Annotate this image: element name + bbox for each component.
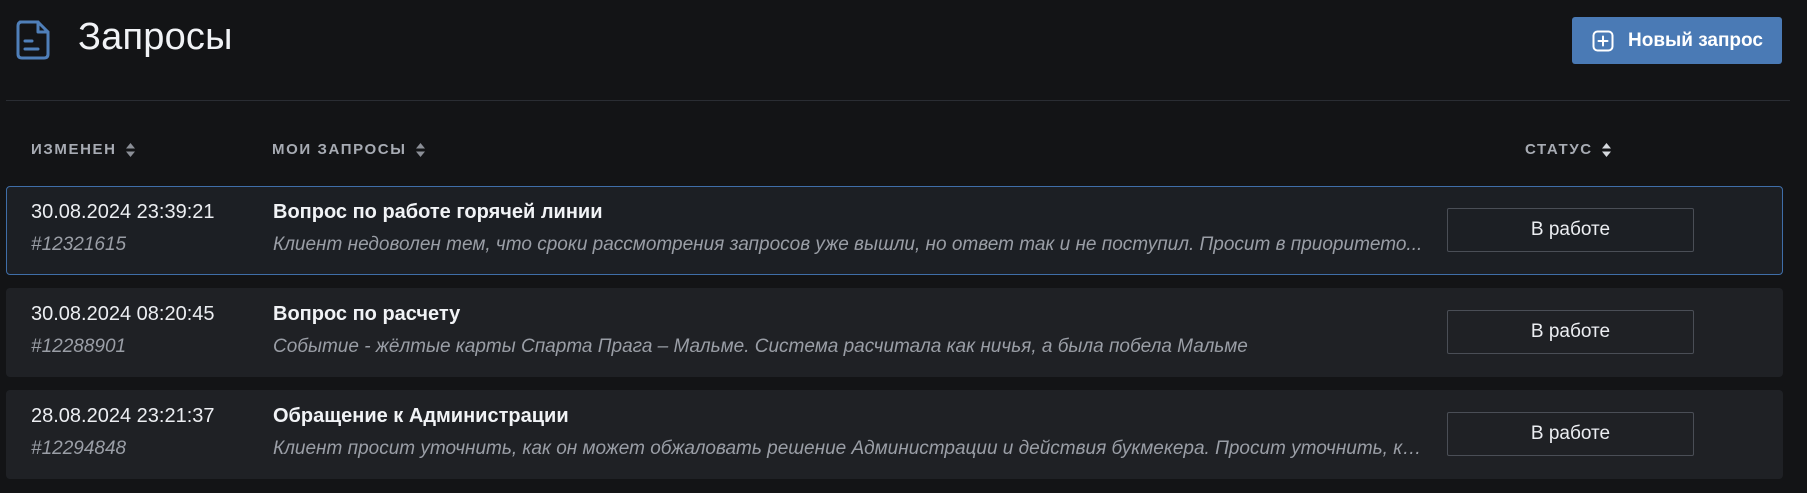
request-title: Вопрос по расчету [273, 303, 461, 325]
request-id: #12321615 [31, 234, 127, 255]
page-title: Запросы [78, 16, 233, 58]
modified-date: 28.08.2024 23:21:37 [31, 405, 215, 427]
status-badge[interactable]: В работе [1447, 412, 1694, 456]
status-badge[interactable]: В работе [1447, 208, 1694, 252]
column-header-status-label: СТАТУС [1525, 141, 1593, 158]
request-title: Вопрос по работе горячей линии [273, 201, 603, 223]
status-badge[interactable]: В работе [1447, 310, 1694, 354]
column-header-status[interactable]: СТАТУС [1525, 141, 1612, 158]
sort-icon [125, 142, 136, 158]
request-description: Клиент недоволен тем, что сроки рассмотр… [273, 234, 1423, 255]
request-id: #12288901 [31, 336, 127, 357]
column-header-modified[interactable]: ИЗМЕНЕН [31, 141, 136, 158]
plus-square-icon [1592, 30, 1614, 52]
page-header: Запросы Новый запрос [6, 0, 1790, 101]
request-title: Обращение к Администрации [273, 405, 569, 427]
request-description: Клиент просит уточнить, как он может обж… [273, 438, 1423, 459]
sort-icon [415, 142, 426, 158]
column-header-modified-label: ИЗМЕНЕН [31, 141, 117, 158]
document-icon [12, 18, 54, 62]
request-row[interactable]: 28.08.2024 23:21:37 #12294848 Обращение … [6, 390, 1783, 479]
requests-list: 30.08.2024 23:39:21 #12321615 Вопрос по … [6, 186, 1783, 492]
request-id: #12294848 [31, 438, 127, 459]
new-request-label: Новый запрос [1628, 29, 1763, 51]
modified-date: 30.08.2024 08:20:45 [31, 303, 215, 325]
request-row[interactable]: 30.08.2024 23:39:21 #12321615 Вопрос по … [6, 186, 1783, 275]
sort-icon [1601, 142, 1612, 158]
requests-page: Запросы Новый запрос ИЗМЕНЕН МОИ ЗАПРОСЫ… [0, 0, 1807, 493]
modified-date: 30.08.2024 23:39:21 [31, 201, 215, 223]
new-request-button[interactable]: Новый запрос [1572, 17, 1782, 64]
column-header-my-requests[interactable]: МОИ ЗАПРОСЫ [272, 141, 426, 158]
request-row[interactable]: 30.08.2024 08:20:45 #12288901 Вопрос по … [6, 288, 1783, 377]
request-description: Событие - жёлтые карты Спарта Прага – Ма… [273, 336, 1248, 357]
column-header-my-requests-label: МОИ ЗАПРОСЫ [272, 141, 407, 158]
